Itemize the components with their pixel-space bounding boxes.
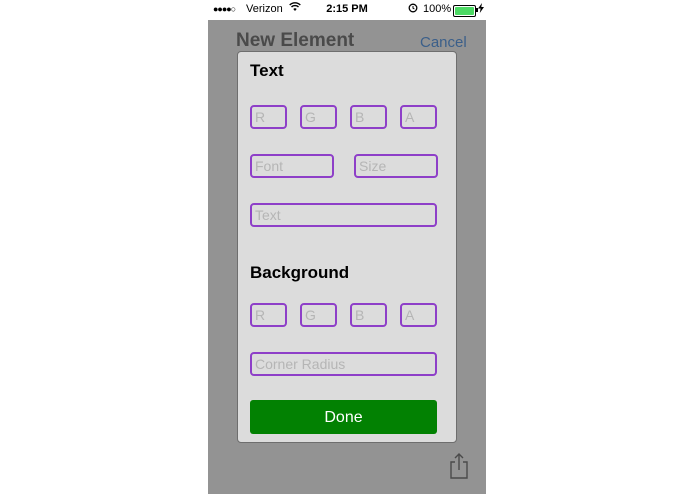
new-element-modal: Text Background Done: [237, 51, 457, 443]
text-field[interactable]: [250, 203, 437, 227]
text-red-field[interactable]: [250, 105, 287, 129]
text-blue-field[interactable]: [350, 105, 387, 129]
done-button[interactable]: Done: [250, 400, 437, 434]
battery-icon: [453, 5, 476, 17]
phone-screen: ●●●●○ Verizon 2:15 PM 100% New Element C…: [208, 0, 486, 494]
text-green-field[interactable]: [300, 105, 337, 129]
background-green-field[interactable]: [300, 303, 337, 327]
battery-percent: 100%: [423, 3, 452, 15]
background-section-title: Background: [250, 263, 350, 282]
corner-radius-field[interactable]: [250, 352, 437, 376]
background-alpha-field[interactable]: [400, 303, 437, 327]
background-red-field[interactable]: [250, 303, 287, 327]
background-blue-field[interactable]: [350, 303, 387, 327]
charging-bolt-icon: [478, 3, 484, 16]
font-field[interactable]: [250, 154, 334, 178]
text-alpha-field[interactable]: [400, 105, 437, 129]
size-field[interactable]: [354, 154, 438, 178]
page-title: New Element: [236, 30, 355, 51]
battery-fill: [455, 7, 474, 15]
alarm-icon: [408, 2, 418, 16]
text-section-title: Text: [250, 61, 284, 80]
cancel-button[interactable]: Cancel: [420, 34, 467, 51]
status-bar: ●●●●○ Verizon 2:15 PM 100%: [208, 0, 486, 20]
share-icon[interactable]: [448, 452, 470, 480]
